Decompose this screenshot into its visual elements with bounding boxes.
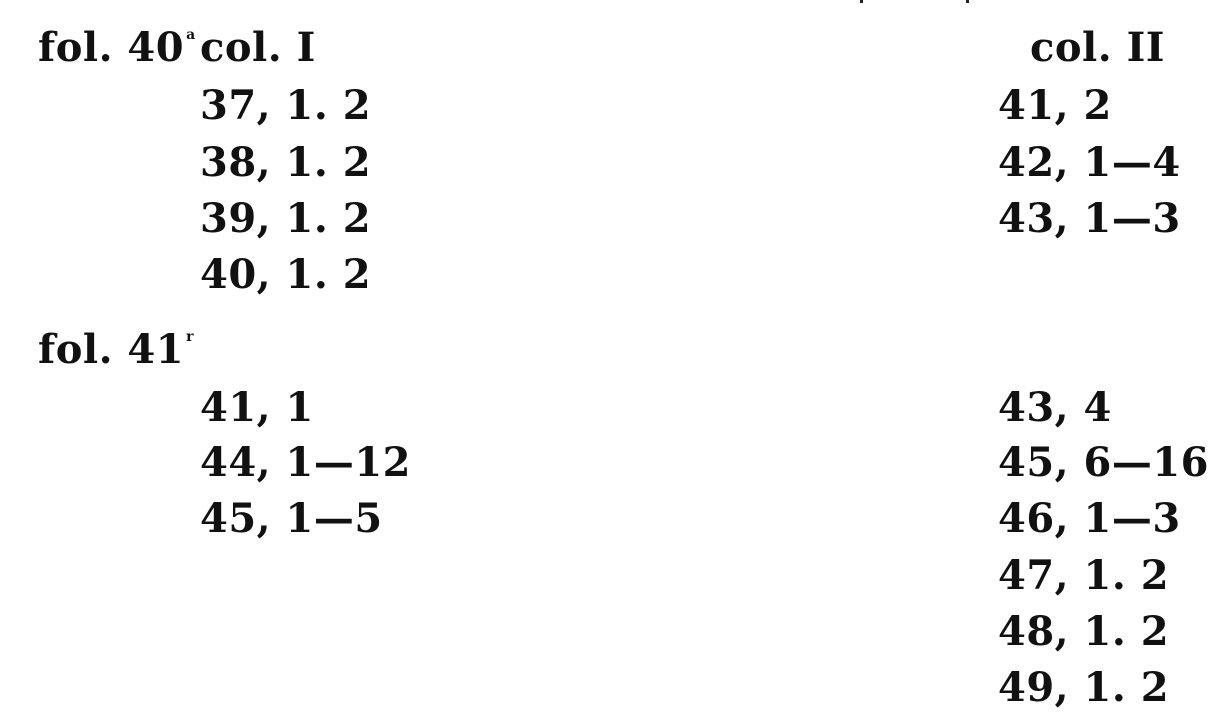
folio-41-label: fol. 41 (38, 326, 185, 373)
col-I-entry: 40, 1. 2 (200, 251, 372, 298)
col-I-entry: 41, 1 (200, 384, 314, 431)
folio-41-side-mark: r (186, 329, 194, 345)
column-II-heading: col. II (1030, 24, 1166, 71)
col-II-entry: 43, 4 (998, 384, 1112, 431)
folio-41-heading: fol. 41 r (38, 330, 198, 370)
edge-mark (860, 0, 863, 3)
col-I-entry: 44, 1—12 (200, 439, 412, 486)
folio-40-side-mark: a (186, 27, 196, 43)
edge-mark (966, 0, 969, 3)
col-II-entry: 49, 1. 2 (998, 664, 1170, 711)
col-II-entry: 45, 6—16 (998, 439, 1209, 486)
folio-40-label: fol. 40 (38, 24, 185, 71)
col-II-entry: 42, 1—4 (998, 139, 1181, 186)
top-edge-marks (860, 0, 970, 3)
col-I-entry: 45, 1—5 (200, 495, 383, 542)
col-II-entry: 48, 1. 2 (998, 608, 1170, 655)
col-I-entry: 39, 1. 2 (200, 195, 372, 242)
col-II-entry: 43, 1—3 (998, 195, 1181, 242)
col-I-entry: 37, 1. 2 (200, 82, 372, 129)
column-I-heading: col. I (200, 24, 316, 71)
col-II-entry: 47, 1. 2 (998, 552, 1170, 599)
col-II-entry: 46, 1—3 (998, 495, 1181, 542)
folio-40-heading: fol. 40 a (38, 28, 200, 68)
col-II-entry: 41, 2 (998, 82, 1112, 129)
col-I-entry: 38, 1. 2 (200, 139, 372, 186)
document-page: fol. 40 a col. I col. II 37, 1. 2 38, 1. … (0, 0, 1209, 719)
